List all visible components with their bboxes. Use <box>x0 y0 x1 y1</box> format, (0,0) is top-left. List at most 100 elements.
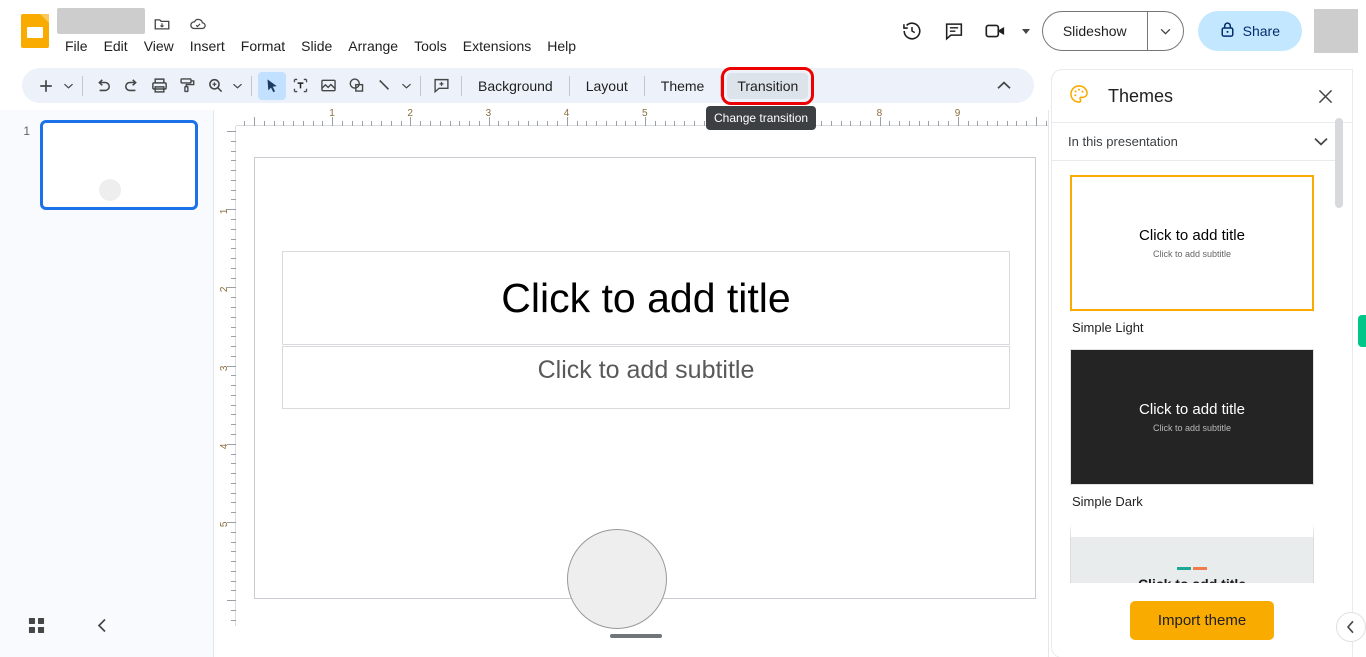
collapse-toolbar-icon[interactable] <box>990 72 1018 100</box>
toolbar-divider <box>420 75 421 96</box>
toolbar-divider <box>720 75 722 96</box>
theme-button[interactable]: Theme <box>651 73 715 99</box>
circle-shape[interactable] <box>567 529 667 629</box>
toolbar-divider <box>82 75 83 96</box>
add-slide-caret-icon[interactable] <box>60 72 76 100</box>
move-to-folder-icon[interactable] <box>150 12 174 36</box>
account-avatar[interactable] <box>1314 9 1358 53</box>
subtitle-placeholder[interactable]: Click to add subtitle <box>282 346 1010 409</box>
menu-slide[interactable]: Slide <box>293 35 340 58</box>
current-slide[interactable]: Click to add title Click to add subtitle <box>254 157 1036 629</box>
ruler-label: 2 <box>219 286 231 293</box>
add-slide-icon[interactable] <box>32 72 60 100</box>
ruler-label: 2 <box>407 108 413 119</box>
themes-panel-scrollbar[interactable] <box>1335 118 1343 208</box>
menu-edit[interactable]: Edit <box>96 35 136 58</box>
meet-caret-icon[interactable] <box>1021 28 1030 34</box>
share-button[interactable]: Share <box>1197 11 1302 51</box>
slide-number: 1 <box>23 124 30 138</box>
ruler-label: 5 <box>642 108 648 119</box>
slideshow-button-group: Slideshow <box>1041 11 1184 51</box>
theme-thumb-subtitle: Click to add subtitle <box>1152 423 1232 433</box>
meet-camera-icon[interactable] <box>977 12 1015 50</box>
menu-format[interactable]: Format <box>233 35 293 58</box>
toolbar-divider <box>461 75 462 96</box>
menu-help[interactable]: Help <box>539 35 584 58</box>
ruler-label: 5 <box>219 521 231 528</box>
theme-thumb-subtitle: Click to add subtitle <box>1152 249 1232 259</box>
ruler-tick <box>227 600 236 602</box>
ruler-tick <box>227 131 236 132</box>
main-toolbar: Background Layout Theme Transition <box>22 66 1034 105</box>
comment-icon[interactable] <box>935 12 973 50</box>
toolbar-divider <box>568 75 570 96</box>
import-theme-button[interactable]: Import theme <box>1129 600 1275 640</box>
add-comment-icon[interactable] <box>427 72 455 100</box>
horizontal-ruler[interactable]: 123456789 <box>236 108 1048 126</box>
close-icon[interactable] <box>1310 81 1340 111</box>
zoom-caret-icon[interactable] <box>229 72 245 100</box>
text-box-icon[interactable] <box>286 72 314 100</box>
version-history-icon[interactable] <box>893 12 931 50</box>
document-title-field[interactable] <box>57 8 145 34</box>
insert-line-caret-icon[interactable] <box>398 72 414 100</box>
menu-arrange[interactable]: Arrange <box>340 35 406 58</box>
menu-bar: File Edit View Insert Format Slide Arran… <box>57 35 584 58</box>
chevron-down-icon[interactable] <box>1314 133 1328 151</box>
undo-icon[interactable] <box>89 72 117 100</box>
collapse-side-panel-button[interactable] <box>1336 612 1366 642</box>
title-placeholder[interactable]: Click to add title <box>282 251 1010 345</box>
ruler-label: 9 <box>954 108 961 119</box>
theme-card-simple-light: Click to add title Click to add subtitle… <box>1070 175 1334 335</box>
slides-logo-icon[interactable] <box>18 14 52 48</box>
vertical-ruler[interactable]: 1 2 3 4 5 <box>218 126 236 626</box>
ruler-label: 3 <box>219 365 231 371</box>
print-icon[interactable] <box>145 72 173 100</box>
layout-button[interactable]: Layout <box>576 73 638 99</box>
theme-thumbnail[interactable]: Click to add title Click to add subtitle <box>1070 349 1314 485</box>
slides-app-window: File Edit View Insert Format Slide Arran… <box>0 0 1366 657</box>
slideshow-options-button[interactable] <box>1146 12 1183 50</box>
slideshow-button[interactable]: Slideshow <box>1043 12 1147 50</box>
subtitle-placeholder-text: Click to add subtitle <box>537 356 755 384</box>
ruler-tick <box>254 117 255 126</box>
menu-file[interactable]: File <box>57 35 96 58</box>
theme-label: Simple Light <box>1072 320 1144 335</box>
menu-insert[interactable]: Insert <box>182 35 233 58</box>
theme-filter-dropdown[interactable]: In this presentation <box>1052 123 1342 161</box>
menu-extensions[interactable]: Extensions <box>455 35 539 58</box>
grid-view-icon[interactable] <box>18 607 54 643</box>
horizontal-scrollbar[interactable] <box>610 634 662 638</box>
ruler-label: 4 <box>219 443 231 449</box>
themes-panel: Themes In this presentation Click to add… <box>1052 70 1352 657</box>
insert-image-icon[interactable] <box>314 72 342 100</box>
cloud-saved-icon[interactable] <box>186 12 210 36</box>
slide-thumbnail-1[interactable] <box>40 120 198 210</box>
select-cursor-icon[interactable] <box>258 71 286 100</box>
menu-tools[interactable]: Tools <box>406 35 455 58</box>
background-button[interactable]: Background <box>468 73 563 99</box>
insert-line-icon[interactable] <box>370 72 398 100</box>
filmstrip-divider <box>213 110 214 657</box>
meet-camera-button[interactable] <box>977 12 1030 50</box>
panel-divider <box>1048 110 1049 657</box>
insert-shape-icon[interactable] <box>342 72 370 100</box>
filmstrip-controls <box>0 605 214 645</box>
zoom-icon[interactable] <box>201 72 229 100</box>
menu-view[interactable]: View <box>136 35 182 58</box>
green-accent-tab[interactable] <box>1358 315 1366 347</box>
ruler-tick <box>1036 117 1037 126</box>
title-placeholder-text: Click to add title <box>501 274 791 321</box>
transition-tooltip: Change transition <box>706 106 817 130</box>
title-action-icons <box>150 12 210 36</box>
themes-panel-header: Themes <box>1052 70 1352 123</box>
ruler-label: 1 <box>219 208 231 215</box>
redo-icon[interactable] <box>117 72 145 100</box>
top-bar: File Edit View Insert Format Slide Arran… <box>0 0 1366 62</box>
collapse-filmstrip-icon[interactable] <box>84 607 120 643</box>
theme-thumb-title: Click to add title <box>1139 401 1245 418</box>
theme-thumbnail[interactable]: Click to add title Click to add subtitle <box>1070 175 1314 311</box>
transition-button[interactable]: Transition <box>721 66 815 105</box>
paint-format-icon[interactable] <box>173 72 201 100</box>
theme-thumb-title: Click to add title <box>1139 227 1245 244</box>
